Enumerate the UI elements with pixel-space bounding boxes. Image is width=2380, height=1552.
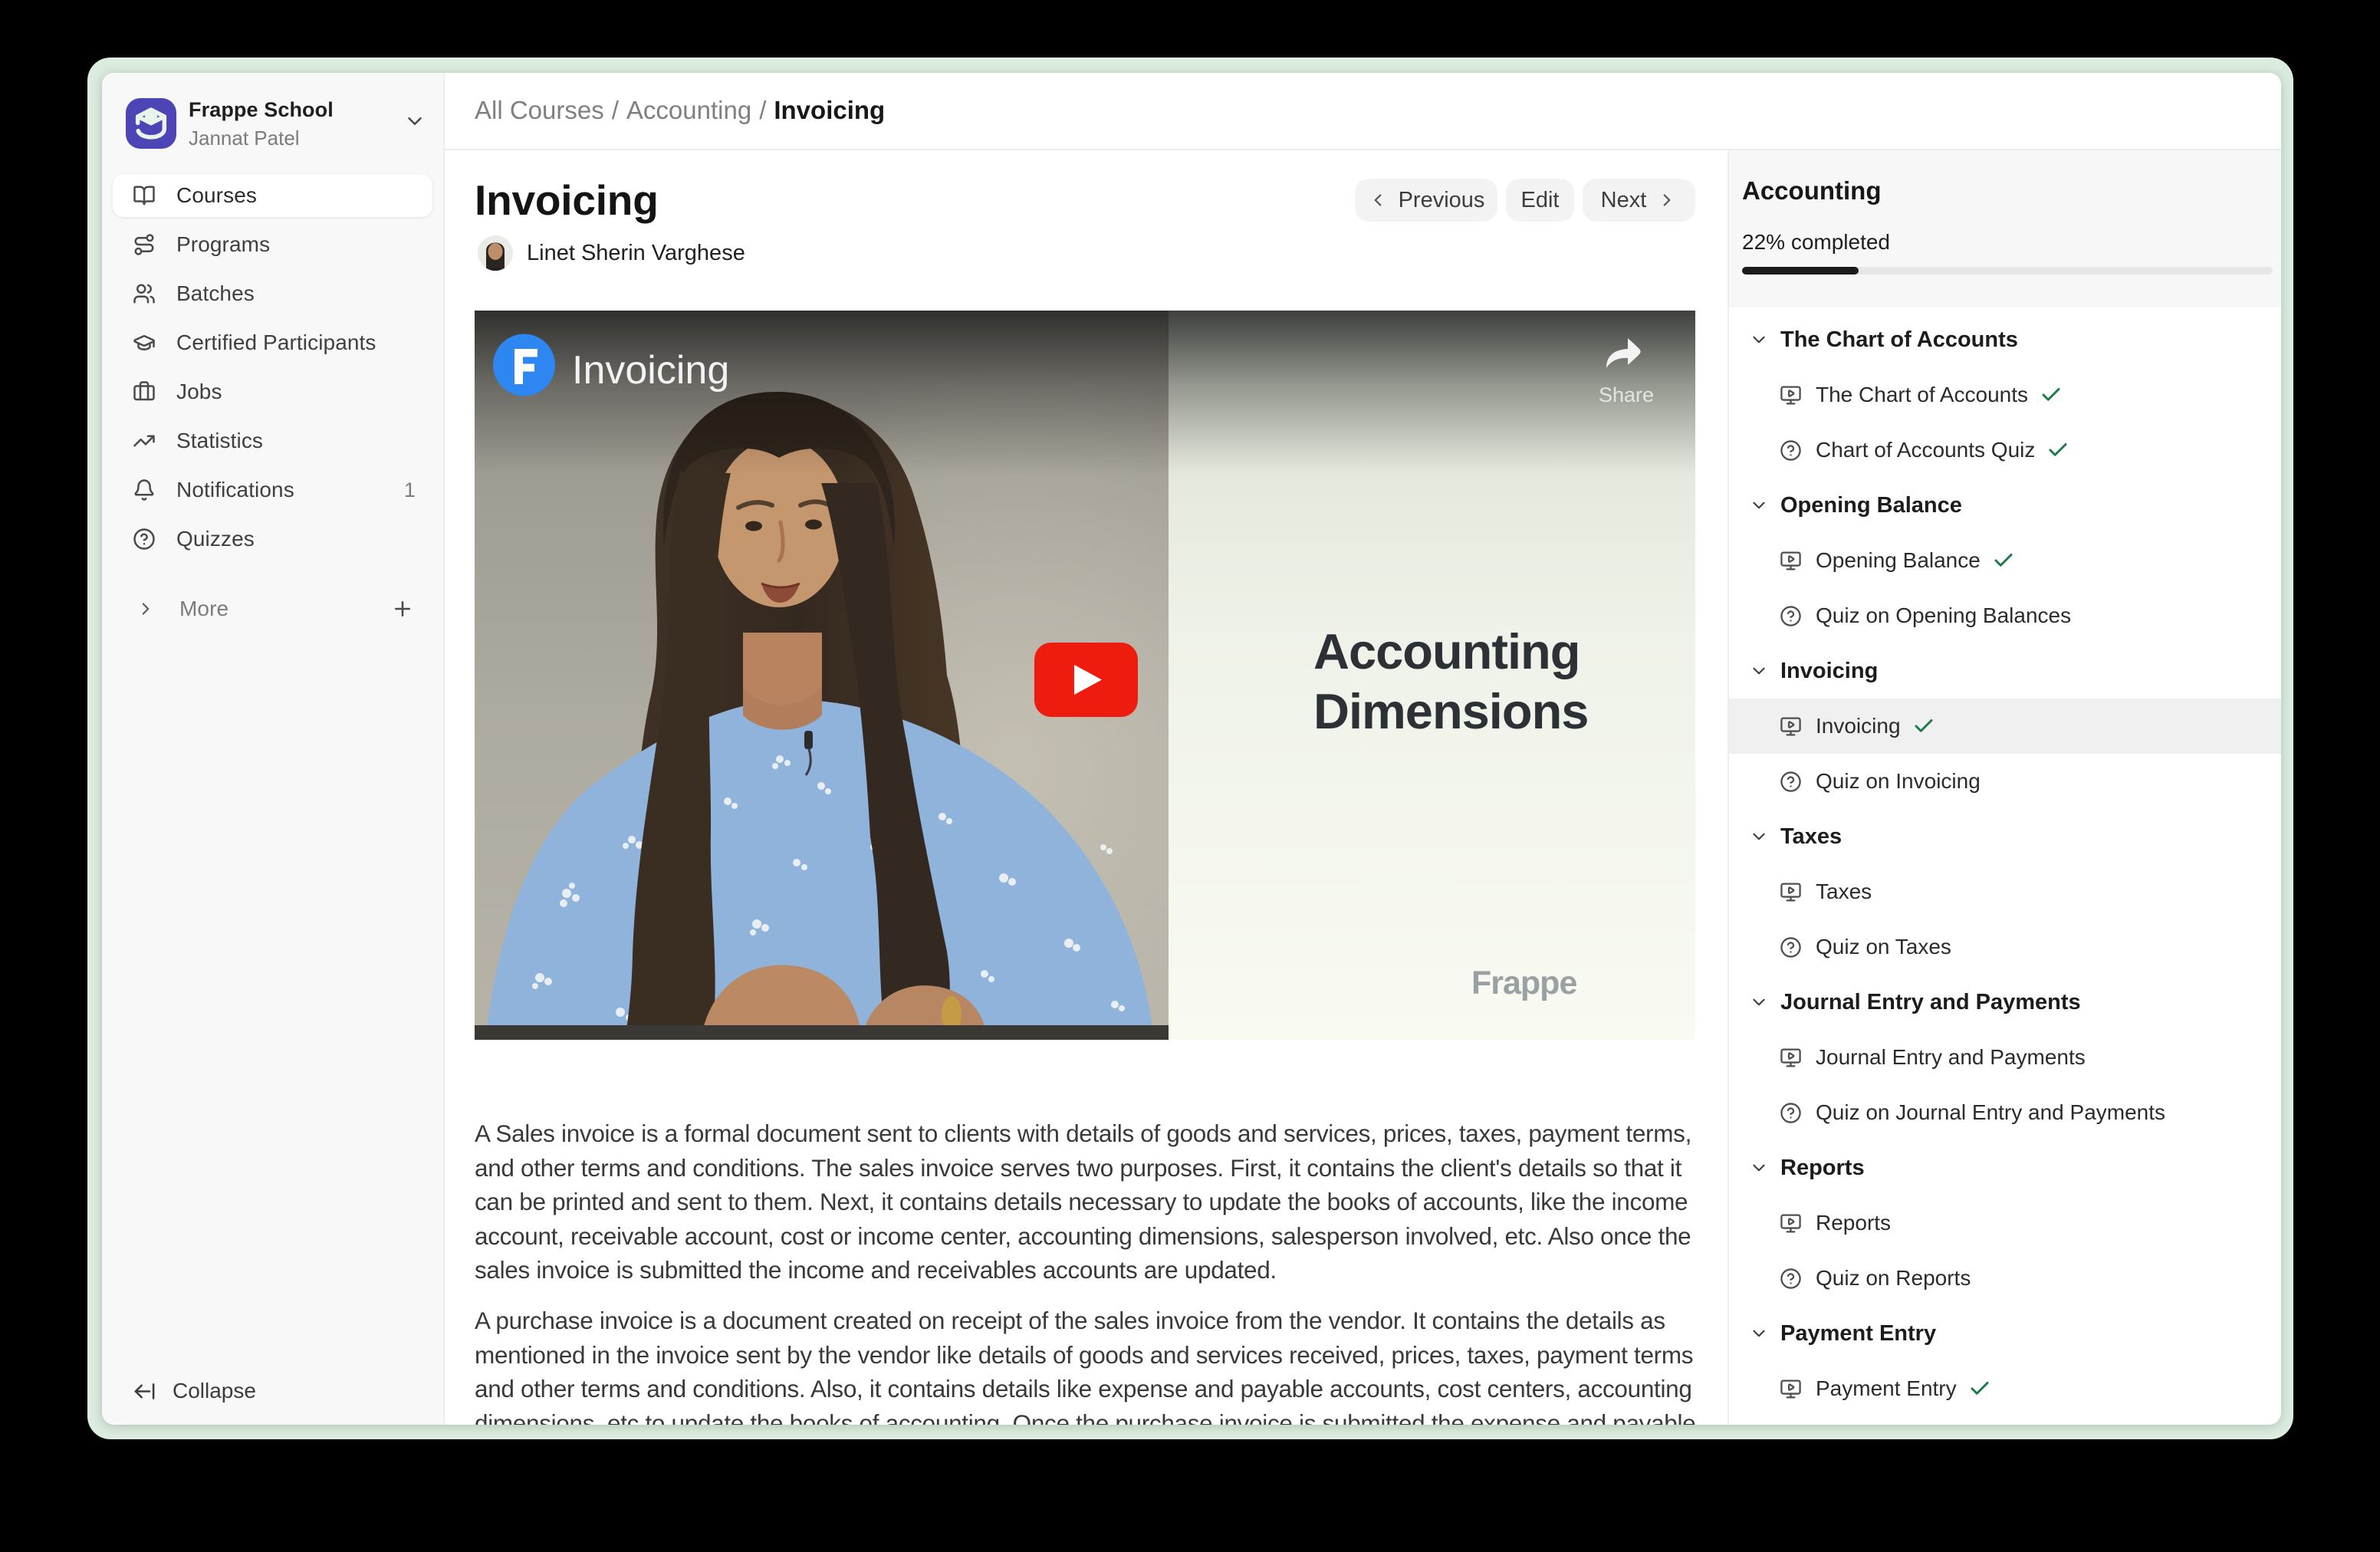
svg-text:Accounting: Accounting	[1313, 623, 1580, 679]
svg-text:Invoicing: Invoicing	[572, 348, 729, 393]
svg-text:Share: Share	[1599, 383, 1654, 406]
svg-text:Frappe: Frappe	[1471, 965, 1576, 1001]
svg-text:Dimensions: Dimensions	[1313, 683, 1588, 739]
